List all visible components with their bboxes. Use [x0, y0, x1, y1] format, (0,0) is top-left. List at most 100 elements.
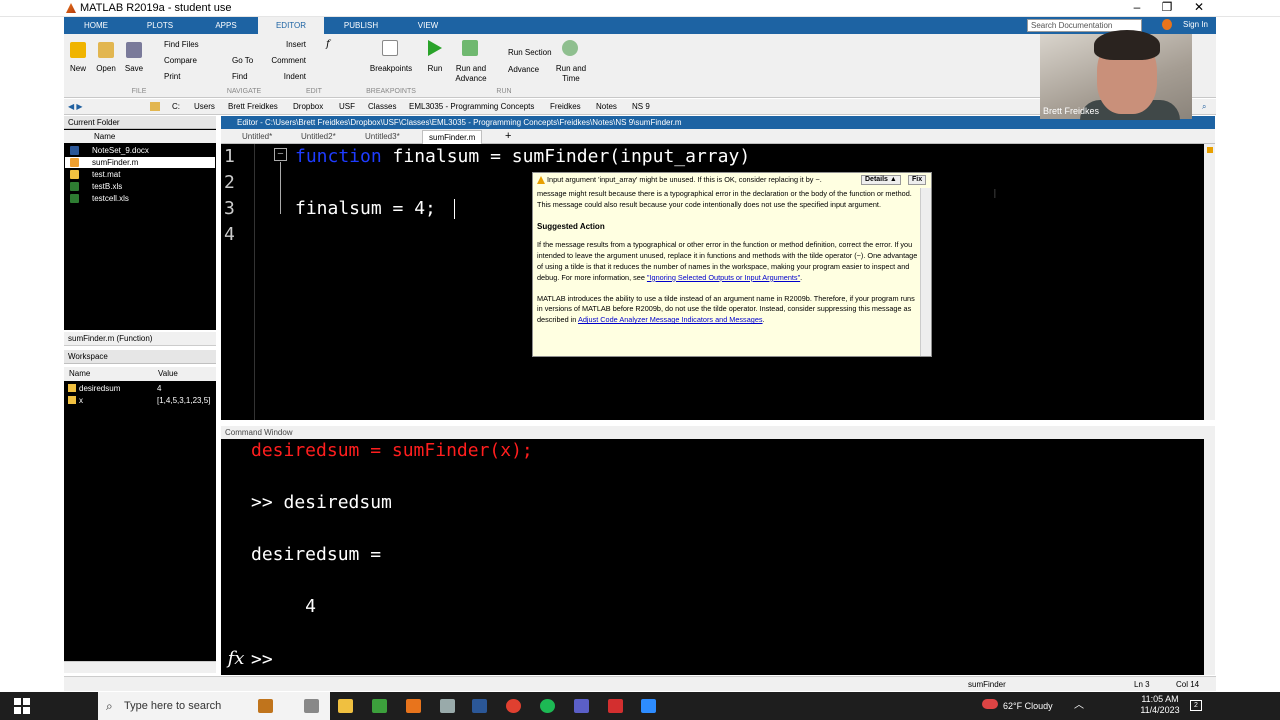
- breadcrumb-freidkes[interactable]: Freidkes: [550, 99, 581, 114]
- code-analyzer-tooltip: Input argument 'input_array' might be un…: [532, 172, 932, 357]
- run-section-button[interactable]: Run Section: [494, 48, 554, 58]
- snipping-tool-icon[interactable]: [440, 699, 455, 713]
- chrome-icon[interactable]: [506, 699, 521, 713]
- variable-name: desiredsum: [79, 384, 121, 393]
- run-and-time-button[interactable]: Run and Time: [554, 64, 588, 84]
- breakpoints-icon: [382, 40, 398, 56]
- command-output-value: 4: [251, 596, 317, 617]
- comment-button[interactable]: Comment: [266, 56, 306, 66]
- open-button[interactable]: Open: [94, 64, 118, 74]
- weather-icon[interactable]: [982, 699, 998, 709]
- minimize-button[interactable]: –: [1122, 0, 1152, 17]
- workspace-name-header[interactable]: Name: [69, 367, 90, 381]
- analyzer-indicator-icon[interactable]: [1207, 147, 1213, 153]
- workspace-row[interactable]: x [1,4,5,3,1,23,5]: [65, 395, 215, 406]
- workspace-row[interactable]: desiredsum 4: [65, 383, 215, 394]
- line-number: 4: [224, 224, 235, 245]
- tab-apps[interactable]: APPS: [200, 17, 252, 34]
- find-files-button[interactable]: Find Files: [152, 40, 218, 50]
- file-item[interactable]: testB.xls: [65, 181, 215, 192]
- add-tab-button[interactable]: +: [505, 130, 511, 142]
- function-browser-icon[interactable]: fx: [223, 646, 249, 674]
- file-explorer-icon[interactable]: [338, 699, 353, 713]
- fold-toggle-icon[interactable]: −: [274, 148, 287, 161]
- taskbar-search-input[interactable]: Type here to search: [98, 692, 330, 720]
- breadcrumb-dropbox[interactable]: Dropbox: [293, 99, 323, 114]
- file-item[interactable]: test.mat: [65, 169, 215, 180]
- fx-insert-icon[interactable]: 𝑓: [326, 39, 330, 50]
- tooltip-scrollbar[interactable]: [920, 188, 931, 356]
- editor-tab[interactable]: Untitled*: [236, 130, 278, 144]
- breadcrumb-drive[interactable]: C:: [172, 99, 180, 114]
- variable-name: x: [79, 396, 83, 405]
- excel-file-icon: [70, 194, 79, 203]
- briefcase-icon[interactable]: [258, 699, 273, 713]
- adjust-code-analyzer-link[interactable]: Adjust Code Analyzer Message Indicators …: [578, 315, 763, 324]
- compare-button[interactable]: Compare: [152, 56, 218, 66]
- notification-bell-icon[interactable]: [1162, 19, 1172, 30]
- breadcrumb-notes[interactable]: Notes: [596, 99, 617, 114]
- run-button[interactable]: Run: [422, 64, 448, 74]
- editor-tab-active[interactable]: sumFinder.m: [422, 130, 483, 144]
- code-line-3[interactable]: finalsum = 4;: [295, 196, 436, 222]
- go-to-button[interactable]: Go To: [220, 56, 266, 66]
- command-window-scrollbar[interactable]: [1204, 439, 1215, 675]
- insert-button[interactable]: Insert: [276, 40, 306, 50]
- file-item-selected[interactable]: sumFinder.m: [65, 157, 215, 168]
- windows-start-icon[interactable]: [14, 698, 30, 714]
- tab-plots[interactable]: PLOTS: [132, 17, 188, 34]
- clock[interactable]: 11:05 AM 11/4/2023: [1140, 694, 1180, 716]
- breadcrumb-usf[interactable]: USF: [339, 99, 355, 114]
- tab-editor[interactable]: EDITOR: [258, 17, 324, 34]
- indent-button[interactable]: Indent: [276, 72, 306, 82]
- tab-view[interactable]: VIEW: [402, 17, 454, 34]
- back-arrow-icon[interactable]: ◀ ▶: [68, 99, 83, 114]
- editor-scrollbar[interactable]: [1204, 144, 1215, 420]
- horizontal-scrollbar[interactable]: [64, 661, 216, 673]
- editor-tab[interactable]: Untitled2*: [295, 130, 342, 144]
- breakpoints-button[interactable]: Breakpoints: [364, 64, 418, 74]
- tab-publish[interactable]: PUBLISH: [333, 17, 389, 34]
- fix-button[interactable]: Fix: [908, 175, 927, 185]
- name-column-header[interactable]: Name: [64, 130, 216, 143]
- breadcrumb-ns9[interactable]: NS 9: [632, 99, 650, 114]
- save-button[interactable]: Save: [122, 64, 146, 74]
- tray-chevron-icon[interactable]: ︿: [1074, 692, 1084, 720]
- word-taskbar-icon[interactable]: [472, 699, 487, 713]
- find-button[interactable]: Find: [220, 72, 266, 82]
- breadcrumb-user[interactable]: Brett Freidkes: [228, 99, 278, 114]
- code-line-1[interactable]: function finalsum = sumFinder(input_arra…: [295, 144, 750, 170]
- function-details-bar[interactable]: sumFinder.m (Function): [64, 332, 216, 346]
- spotify-icon[interactable]: [540, 699, 555, 713]
- advance-button[interactable]: Advance: [494, 65, 554, 75]
- file-item[interactable]: testcell.xls: [65, 193, 215, 204]
- workspace-value-header[interactable]: Value: [158, 367, 178, 381]
- script-editor-icon[interactable]: [372, 699, 387, 713]
- suggested-action-heading: Suggested Action: [537, 221, 605, 231]
- restore-button[interactable]: ❐: [1152, 0, 1182, 17]
- breadcrumb-course[interactable]: EML3035 - Programming Concepts: [409, 99, 534, 114]
- tab-home[interactable]: HOME: [70, 17, 122, 34]
- notifications-icon[interactable]: 2: [1190, 700, 1202, 711]
- run-and-advance-button[interactable]: Run and Advance: [452, 64, 490, 84]
- new-button[interactable]: New: [66, 64, 90, 74]
- matlab-taskbar-icon[interactable]: [406, 699, 421, 713]
- run-group-label: RUN: [496, 88, 512, 95]
- print-button[interactable]: Print: [152, 72, 218, 82]
- details-button[interactable]: Details ▲: [861, 175, 901, 185]
- file-item[interactable]: NoteSet_9.docx: [65, 145, 215, 156]
- teams-icon[interactable]: [574, 699, 589, 713]
- task-view-icon[interactable]: [304, 699, 319, 713]
- editor-tab[interactable]: Untitled3*: [359, 130, 406, 144]
- ignoring-outputs-link[interactable]: "Ignoring Selected Outputs or Input Argu…: [647, 273, 800, 282]
- close-button[interactable]: ✕: [1184, 0, 1214, 17]
- window-title-bar: MATLAB R2019a - student use – ❐ ✕: [0, 0, 1280, 17]
- acrobat-icon[interactable]: [608, 699, 623, 713]
- zoom-icon[interactable]: [641, 699, 656, 713]
- sign-in-link[interactable]: Sign In: [1183, 20, 1208, 29]
- weather-text[interactable]: 62°F Cloudy: [1003, 692, 1053, 720]
- command-prompt[interactable]: >>: [251, 649, 273, 671]
- breadcrumb-users[interactable]: Users: [194, 99, 215, 114]
- breadcrumb-classes[interactable]: Classes: [368, 99, 396, 114]
- address-search-icon[interactable]: ⌕: [1202, 99, 1206, 114]
